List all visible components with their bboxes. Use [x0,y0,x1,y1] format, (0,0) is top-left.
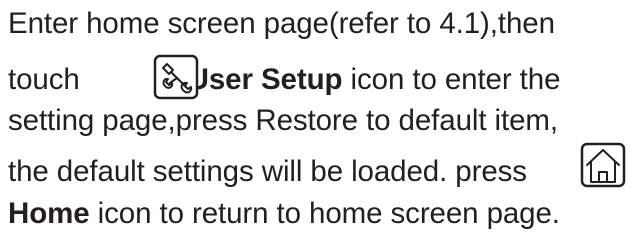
wrench-screwdriver-icon [153,54,199,100]
instruction-line-5: Home icon to return to home screen page. [8,196,560,232]
instruction-line-2: touch User Setup icon to enter the [8,62,560,98]
line-1-text: Enter home screen page(refer to 4.1),the… [8,7,555,40]
instruction-line-1: Enter home screen page(refer to 4.1),the… [8,6,555,42]
line-4-text: the default settings will be loaded. pre… [8,155,527,188]
instruction-line-3: setting page,press Restore to default it… [8,103,558,139]
line-5-suffix: icon to return to home screen page. [97,197,560,230]
line-2-suffix: icon to enter the [350,63,561,96]
home-label: Home [8,197,90,230]
instruction-line-4: the default settings will be loaded. pre… [8,154,527,190]
user-setup-label: User Setup [187,63,343,96]
home-icon [580,142,626,188]
line-2-prefix: touch [8,63,80,96]
line-3-text: setting page,press Restore to default it… [8,104,558,137]
